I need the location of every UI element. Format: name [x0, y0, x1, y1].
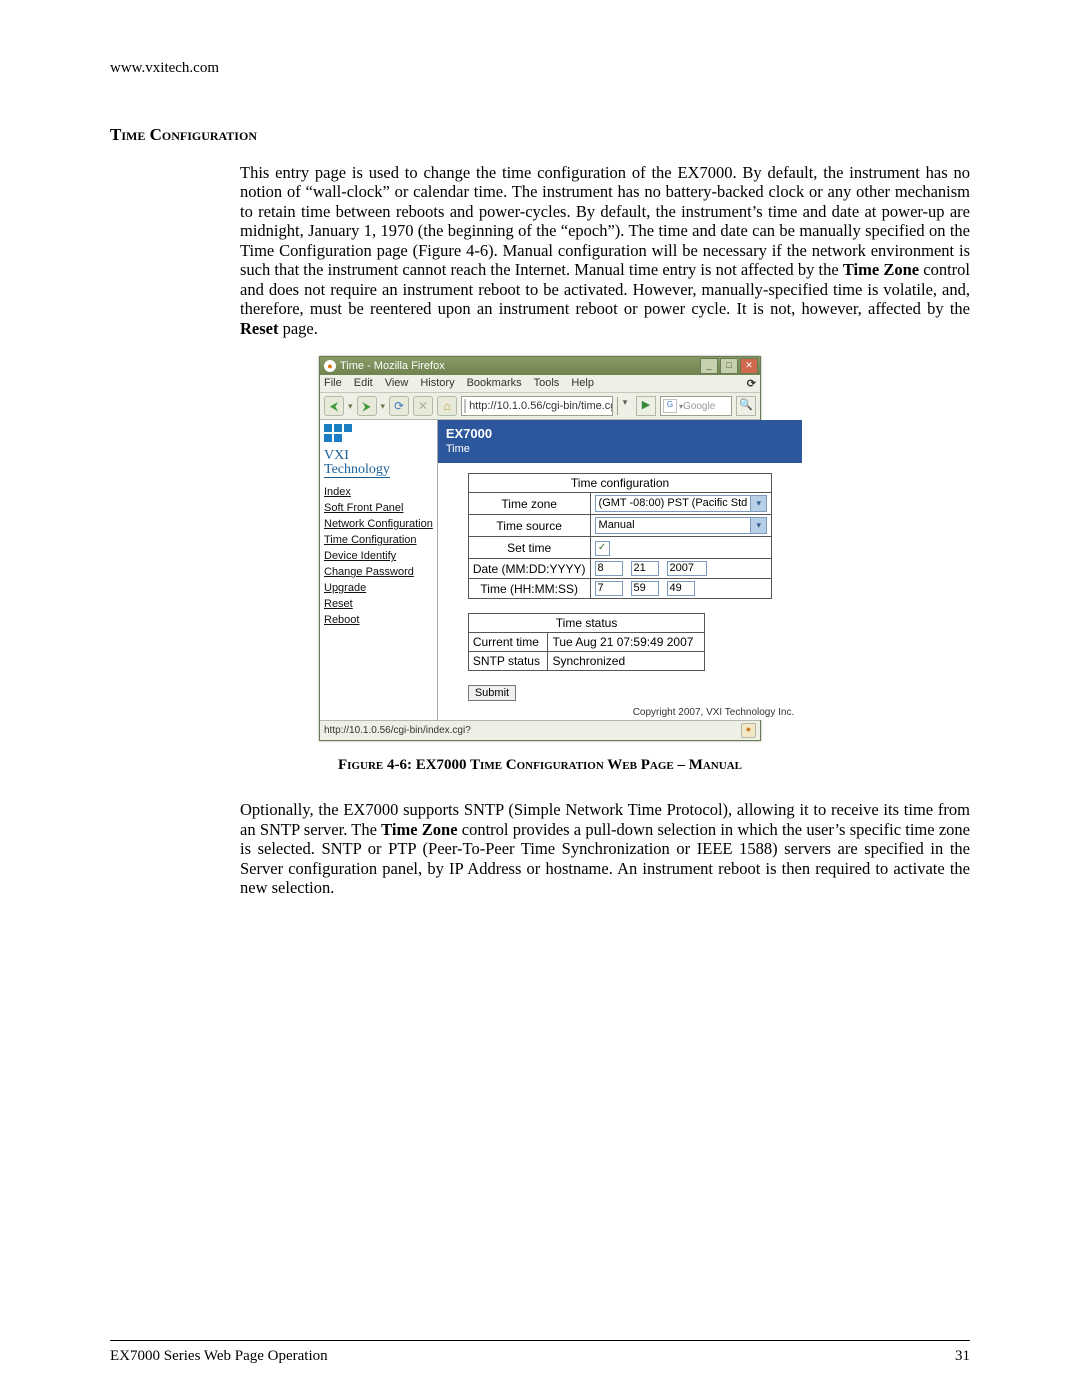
figure-caption: Figure 4-6: EX7000 Time Configuration We…: [110, 757, 970, 774]
back-dropdown-icon[interactable]: ▾: [348, 401, 353, 412]
footer-page-number: 31: [955, 1348, 970, 1365]
copyright-text: Copyright 2007, VXI Technology Inc.: [438, 705, 802, 720]
menu-history[interactable]: History: [420, 377, 454, 390]
reload-button[interactable]: ⟳: [389, 396, 409, 416]
time-min-input[interactable]: 59: [631, 581, 659, 596]
date-month-input[interactable]: 8: [595, 561, 623, 576]
time-config-table: Time configuration Time zone (GMT -08:00…: [468, 473, 772, 599]
para2-bold-timezone: Time Zone: [381, 820, 457, 839]
chevron-down-icon: ▾: [750, 495, 767, 512]
footer-left: EX7000 Series Web Page Operation: [110, 1348, 328, 1365]
time-sec-input[interactable]: 49: [667, 581, 695, 596]
search-placeholder: Google: [683, 401, 715, 412]
sidebar-link-index[interactable]: Index: [324, 486, 433, 498]
value-current-time: Tue Aug 21 07:59:49 2007: [548, 633, 705, 652]
menu-file[interactable]: File: [324, 377, 342, 390]
chevron-down-icon: ▾: [750, 517, 767, 534]
date-day-input[interactable]: 21: [631, 561, 659, 576]
firefox-window: ● Time - Mozilla Firefox _ □ ✕ File Edit…: [319, 356, 761, 741]
label-timezone: Time zone: [468, 493, 590, 515]
menubar: File Edit View History Bookmarks Tools H…: [320, 375, 760, 393]
label-current-time: Current time: [468, 633, 548, 652]
logo-text-2: Technology: [324, 462, 390, 477]
home-button[interactable]: ⌂: [437, 396, 457, 416]
url-value: http://10.1.0.56/cgi-bin/time.cgi: [469, 400, 613, 412]
toolbar: ⮜ ▾ ⮞ ▾ ⟳ ✕ ⌂ http://10.1.0.56/cgi-bin/t…: [320, 393, 760, 420]
window-title: Time - Mozilla Firefox: [340, 360, 700, 372]
page-header-url: www.vxitech.com: [110, 60, 970, 77]
section-heading: Time Configuration: [110, 125, 970, 145]
firefox-status-icon: ●: [741, 723, 756, 738]
sidebar-link-reboot[interactable]: Reboot: [324, 614, 433, 626]
sidebar-link-reset[interactable]: Reset: [324, 598, 433, 610]
submit-button[interactable]: Submit: [468, 685, 516, 701]
paragraph-1: This entry page is used to change the ti…: [110, 163, 970, 338]
status-title: Time status: [468, 614, 704, 633]
label-date: Date (MM:DD:YYYY): [468, 559, 590, 579]
go-button[interactable]: ▶: [636, 396, 656, 416]
search-input[interactable]: G▾ Google: [660, 396, 732, 416]
forward-button[interactable]: ⮞: [357, 396, 377, 416]
banner-page: Time: [446, 443, 794, 455]
sidebar-link-change-password[interactable]: Change Password: [324, 566, 433, 578]
titlebar: ● Time - Mozilla Firefox _ □ ✕: [320, 357, 760, 375]
sidebar-link-time-configuration[interactable]: Time Configuration: [324, 534, 433, 546]
sidebar-link-soft-front-panel[interactable]: Soft Front Panel: [324, 502, 433, 514]
menu-tools[interactable]: Tools: [534, 377, 560, 390]
menu-edit[interactable]: Edit: [354, 377, 373, 390]
timezone-value: (GMT -08:00) PST (Pacific Std: [595, 495, 751, 512]
google-icon: G: [663, 399, 677, 413]
date-year-input[interactable]: 2007: [667, 561, 707, 576]
page-favicon-icon: [464, 399, 466, 413]
firefox-favicon-icon: ●: [324, 360, 336, 372]
menu-help[interactable]: Help: [571, 377, 594, 390]
para1-bold-reset: Reset: [240, 319, 278, 338]
label-time: Time (HH:MM:SS): [468, 579, 590, 599]
vxi-logo: VXITechnology: [324, 424, 433, 478]
timesource-value: Manual: [595, 517, 751, 534]
throbber-icon: ⟳: [747, 377, 756, 390]
url-history-dropdown[interactable]: ▾: [617, 397, 632, 415]
banner-model: EX7000: [446, 426, 794, 441]
menu-view[interactable]: View: [385, 377, 409, 390]
maximize-button[interactable]: □: [720, 358, 738, 374]
footer-rule: [110, 1340, 970, 1341]
back-button[interactable]: ⮜: [324, 396, 344, 416]
sidebar-link-device-identify[interactable]: Device Identify: [324, 550, 433, 562]
time-status-table: Time status Current time Tue Aug 21 07:5…: [468, 613, 705, 671]
value-sntp-status: Synchronized: [548, 652, 705, 671]
para1-bold-timezone: Time Zone: [843, 260, 919, 279]
timesource-select[interactable]: Manual ▾: [595, 517, 768, 534]
paragraph-2: Optionally, the EX7000 supports SNTP (Si…: [110, 800, 970, 897]
cfg-title: Time configuration: [468, 474, 771, 493]
sidebar-link-upgrade[interactable]: Upgrade: [324, 582, 433, 594]
time-hour-input[interactable]: 7: [595, 581, 623, 596]
sidebar-link-network-configuration[interactable]: Network Configuration: [324, 518, 433, 530]
search-go-button[interactable]: 🔍: [736, 396, 756, 416]
url-input[interactable]: http://10.1.0.56/cgi-bin/time.cgi: [461, 396, 613, 416]
logo-text-1: VXI: [324, 448, 349, 463]
para1-text-c: page.: [278, 319, 317, 338]
forward-dropdown-icon[interactable]: ▾: [381, 401, 386, 412]
timezone-select[interactable]: (GMT -08:00) PST (Pacific Std ▾: [595, 495, 768, 512]
stop-button[interactable]: ✕: [413, 396, 433, 416]
minimize-button[interactable]: _: [700, 358, 718, 374]
statusbar: http://10.1.0.56/cgi-bin/index.cgi? ●: [320, 720, 760, 740]
label-timesource: Time source: [468, 515, 590, 537]
label-sntp-status: SNTP status: [468, 652, 548, 671]
sidebar: VXITechnology Index Soft Front Panel Net…: [320, 420, 438, 720]
settime-checkbox[interactable]: ✓: [595, 541, 610, 556]
status-text: http://10.1.0.56/cgi-bin/index.cgi?: [324, 725, 471, 736]
main-content: EX7000 Time Time configuration Time zone…: [438, 420, 802, 720]
menu-bookmarks[interactable]: Bookmarks: [467, 377, 522, 390]
close-button[interactable]: ✕: [740, 358, 758, 374]
label-settime: Set time: [468, 537, 590, 559]
page-banner: EX7000 Time: [438, 420, 802, 463]
